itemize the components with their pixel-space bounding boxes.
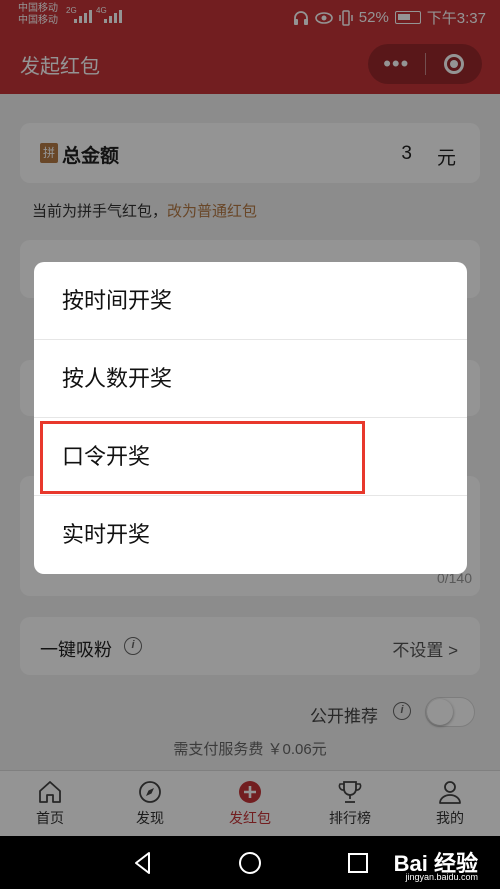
option-by-time[interactable]: 按时间开奖 (34, 262, 467, 340)
option-realtime[interactable]: 实时开奖 (34, 496, 467, 574)
baidu-watermark-url: jingyan.baidu.com (405, 872, 478, 882)
recents-icon[interactable] (345, 850, 371, 876)
option-by-password[interactable]: 口令开奖 (34, 418, 467, 496)
home-circle-icon[interactable] (237, 850, 263, 876)
back-icon[interactable] (130, 850, 156, 876)
lottery-mode-dialog: 按时间开奖 按人数开奖 口令开奖 实时开奖 (34, 262, 467, 574)
android-nav-bar: Bai 经验 jingyan.baidu.com (0, 836, 500, 889)
option-by-count[interactable]: 按人数开奖 (34, 340, 467, 418)
